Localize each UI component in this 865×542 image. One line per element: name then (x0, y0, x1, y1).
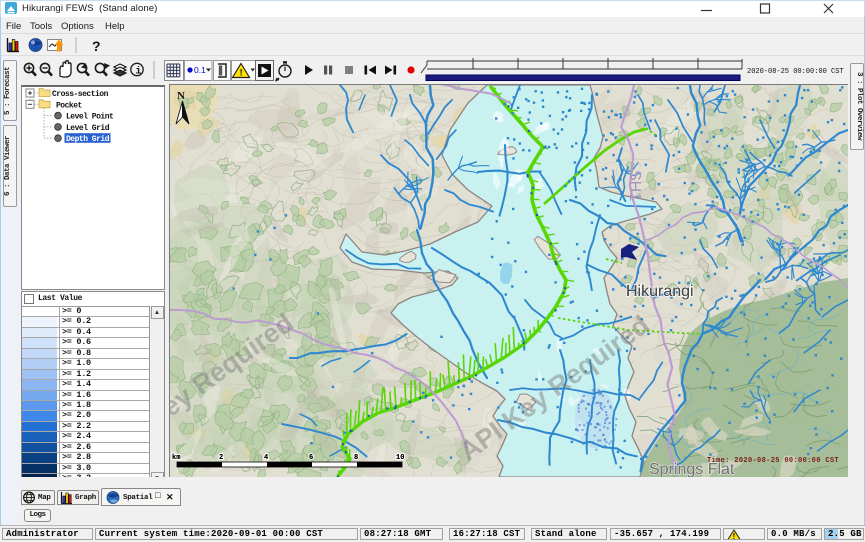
svg-text:N: N (177, 90, 185, 102)
svg-text:Depth Grid: Depth Grid (66, 135, 110, 144)
svg-text:2: 2 (219, 454, 223, 462)
svg-text:i: i (135, 66, 141, 78)
svg-text:Level Point: Level Point (66, 113, 114, 122)
svg-text:8: 8 (354, 454, 358, 462)
svg-text:!: ! (240, 68, 243, 78)
svg-text:4: 4 (264, 454, 268, 462)
svg-text:6: 6 (309, 454, 313, 462)
svg-text:!: ! (733, 532, 736, 540)
svg-text:Pocket: Pocket (56, 101, 83, 110)
svg-text:2020-08-25 00:00:00 CST: 2020-08-25 00:00:00 CST (747, 68, 844, 76)
svg-text:SH1: SH1 (626, 170, 643, 201)
svg-text:Hikurangi: Hikurangi (626, 283, 694, 300)
svg-text:Level Grid: Level Grid (66, 124, 110, 133)
svg-text:0.1: 0.1 (194, 65, 206, 75)
svg-text:km: km (172, 454, 180, 462)
svg-text:?: ? (92, 38, 101, 54)
svg-text:10: 10 (396, 454, 404, 462)
svg-text:Time: 2020-08-25 00:00:00 CST: Time: 2020-08-25 00:00:00 CST (707, 457, 839, 465)
svg-text:Cross-section: Cross-section (52, 90, 109, 99)
